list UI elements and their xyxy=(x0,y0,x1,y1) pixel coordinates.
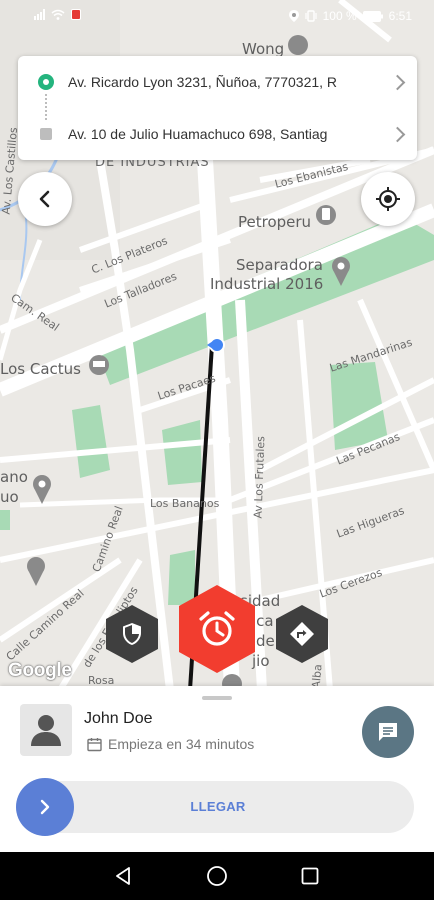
back-button[interactable] xyxy=(18,172,72,226)
notification-icon xyxy=(71,9,81,20)
nav-recents-button[interactable] xyxy=(298,864,322,888)
origin-marker-icon xyxy=(38,74,54,90)
app-screen: Wong DE INDUSTRIAS Los Ebanistas Petrope… xyxy=(0,0,434,900)
status-bar: 100 % 6:51 xyxy=(0,0,434,34)
origin-address: Av. Ricardo Lyon 3231, Ñuñoa, 7770321, R xyxy=(68,74,338,90)
calendar-icon xyxy=(87,737,102,751)
arrive-slider-thumb[interactable] xyxy=(16,778,74,836)
directions-button[interactable] xyxy=(274,604,330,664)
origin-row[interactable]: Av. Ricardo Lyon 3231, Ñuñoa, 7770321, R xyxy=(18,56,417,108)
person-icon xyxy=(31,715,61,746)
status-right: 100 % 6:51 xyxy=(288,9,412,23)
nav-back-button[interactable] xyxy=(112,864,136,888)
chevron-left-icon xyxy=(39,190,50,208)
chevron-right-icon xyxy=(389,74,406,90)
battery-percent: 100 % xyxy=(322,9,357,23)
crosshair-icon xyxy=(376,187,400,211)
destination-marker-icon xyxy=(40,128,52,140)
starts-in-text: Empieza en 34 minutos xyxy=(108,736,255,752)
vibrate-icon xyxy=(305,10,317,22)
map-label-uo: uo xyxy=(0,488,19,506)
status-left xyxy=(34,9,81,20)
driver-name: John Doe xyxy=(84,710,153,727)
driver-avatar xyxy=(20,704,72,756)
wifi-icon xyxy=(51,9,65,20)
triangle-back-icon xyxy=(116,867,130,885)
safety-button[interactable] xyxy=(104,604,160,664)
system-nav-bar xyxy=(0,852,434,900)
chevron-right-icon xyxy=(40,799,50,815)
my-location-button[interactable] xyxy=(361,172,415,226)
nav-home-button[interactable] xyxy=(205,864,229,888)
sos-alarm-button[interactable] xyxy=(177,584,257,674)
cell-signal-icon xyxy=(34,9,45,20)
map-label-de: de xyxy=(256,632,275,650)
arrive-slider-label: LLEGAR xyxy=(190,799,246,814)
circle-home-icon xyxy=(207,866,227,886)
map-label-petroperu: Petroperu xyxy=(238,213,312,231)
sheet-drag-handle[interactable] xyxy=(202,696,232,700)
map-label-ano: ano xyxy=(0,468,28,486)
turn-arrow-icon xyxy=(290,622,314,646)
shield-icon xyxy=(123,623,141,645)
battery-icon xyxy=(362,10,383,22)
chevron-right-icon xyxy=(389,126,406,142)
map-label-los-bananos: Los Bananos xyxy=(150,497,220,510)
location-icon xyxy=(288,10,299,22)
alarm-clock-icon xyxy=(199,611,235,646)
chat-button[interactable] xyxy=(362,706,414,758)
map-label-industrial-2016: Industrial 2016 xyxy=(210,275,324,293)
square-recents-icon xyxy=(301,867,319,885)
map-label-los-cactus: Los Cactus xyxy=(0,360,81,378)
route-card: Av. Ricardo Lyon 3231, Ñuñoa, 7770321, R… xyxy=(18,56,417,160)
message-icon xyxy=(379,723,397,741)
destination-address: Av. 10 de Julio Huamachuco 698, Santiag xyxy=(68,126,328,142)
trip-start-info: Empieza en 34 minutos xyxy=(87,736,254,752)
destination-row[interactable]: Av. 10 de Julio Huamachuco 698, Santiag xyxy=(18,108,417,160)
trip-bottom-sheet: John Doe Empieza en 34 minutos LLEGAR xyxy=(0,686,434,852)
map-label-separadora: Separadora xyxy=(236,256,323,274)
google-attribution: Google xyxy=(8,660,72,681)
status-time: 6:51 xyxy=(388,9,412,23)
